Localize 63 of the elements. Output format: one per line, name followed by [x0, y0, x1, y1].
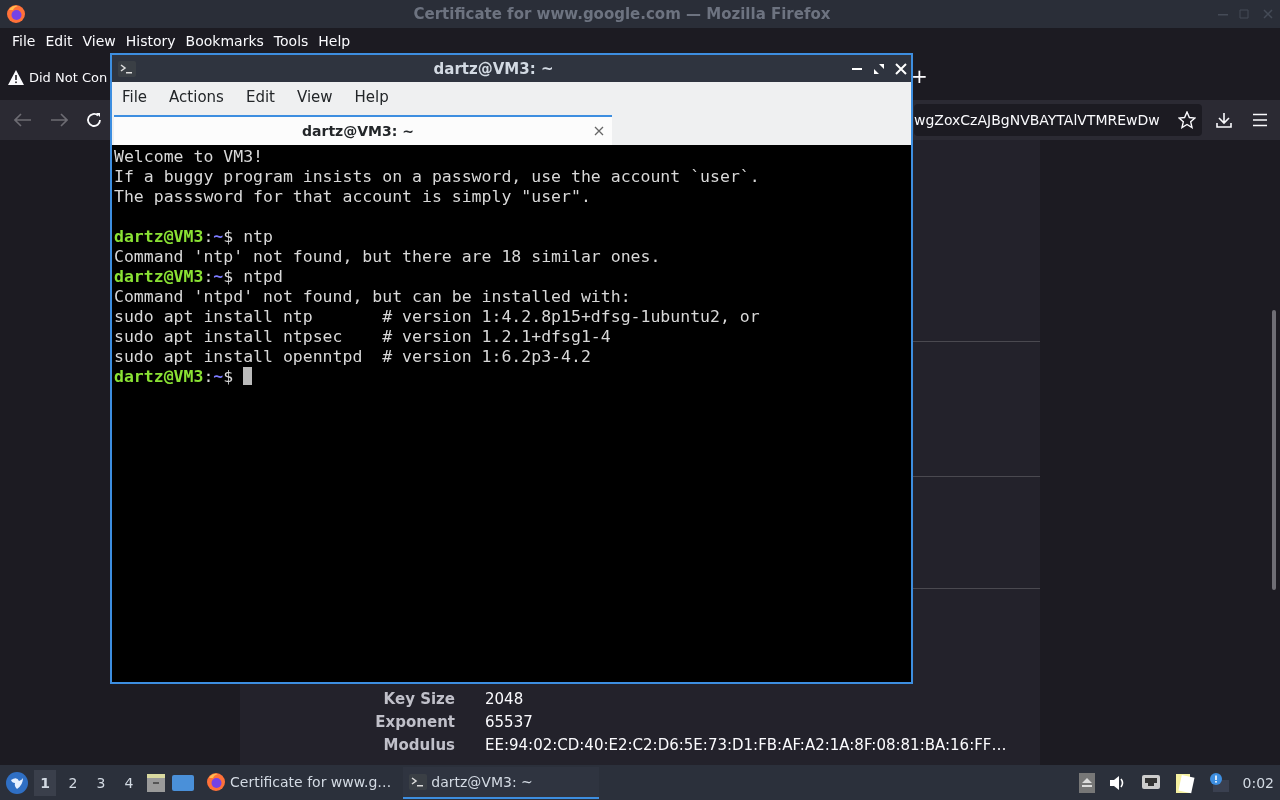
desktop-switch[interactable]: 3 — [90, 769, 112, 796]
back-icon[interactable] — [14, 113, 32, 127]
forward-icon[interactable] — [50, 113, 68, 127]
menu-item[interactable]: View — [77, 33, 121, 49]
desktop-icon[interactable] — [172, 773, 194, 792]
taskbar-task[interactable]: dartz@VM3: ~ — [403, 766, 600, 799]
desktop-switch[interactable]: 4 — [118, 769, 140, 796]
terminal-line: sudo apt install ntp # version 1:4.2.8p15+dfsg-1ubuntu2, or — [114, 307, 761, 327]
terminal-line: Command 'ntpd' not found, but can be installed with: — [114, 287, 632, 307]
firefox-icon — [6, 4, 26, 24]
field-label: Modulus — [383, 735, 455, 755]
close-icon[interactable] — [594, 126, 604, 136]
terminal-line: The passsword for that account is simply "user". — [114, 187, 592, 207]
window-title: dartz@VM3: ~ — [432, 59, 555, 78]
url-field[interactable]: wgZoxCzAJBgNVBAYTAlVTMREwDw — [914, 104, 1202, 136]
prompt-line: dartz@VM3:~$ ntpd — [114, 267, 283, 286]
clock: 0:02 — [1242, 774, 1274, 791]
warning-icon — [8, 69, 24, 85]
prompt-line: dartz@VM3:~$ ntp — [114, 227, 273, 246]
menu-item[interactable]: Tools — [268, 33, 314, 49]
maximize-icon[interactable] — [873, 62, 885, 75]
field-value: 65537 — [485, 712, 533, 732]
clipboard-icon[interactable] — [1174, 771, 1195, 794]
desktop-switch[interactable]: 1 — [34, 769, 56, 796]
terminal-line: Command 'ntp' not found, but there are 18 similar ones. — [114, 247, 662, 267]
menu-icon[interactable] — [1252, 113, 1268, 127]
menu-item[interactable]: Edit — [239, 88, 281, 106]
terminal-icon — [118, 60, 136, 77]
terminal-line: If a buggy program insists on a password, use the account `user`. — [114, 167, 761, 187]
menu-item[interactable]: Edit — [40, 33, 78, 49]
terminal-icon — [409, 773, 428, 790]
menu-item[interactable]: File — [116, 88, 154, 106]
notification-icon[interactable] — [1208, 772, 1229, 793]
start-menu-icon[interactable] — [6, 771, 28, 794]
firefox-icon — [206, 771, 226, 792]
menu-item[interactable]: History — [120, 33, 181, 49]
field-label: Exponent — [375, 712, 455, 732]
terminal-line: sudo apt install openntpd # version 1:6.2p3-4.2 — [114, 347, 592, 367]
eject-icon[interactable] — [1078, 772, 1095, 793]
terminal-tab[interactable]: dartz@VM3: ~ — [114, 115, 612, 145]
scrollbar[interactable] — [1272, 310, 1276, 590]
prompt-line: dartz@VM3:~$ — [114, 367, 235, 386]
desktop-switch[interactable]: 2 — [62, 769, 84, 796]
menu-item[interactable]: Help — [348, 88, 395, 106]
menu-item[interactable]: File — [7, 33, 41, 49]
terminal-line: sudo apt install ntpsec # version 1.2.1+dfsg1-4 — [114, 327, 612, 347]
field-value: 2048 — [485, 689, 524, 709]
taskbar-task[interactable]: Certificate for www.g… — [200, 766, 398, 799]
reload-icon[interactable] — [86, 112, 102, 128]
download-icon[interactable] — [1216, 112, 1232, 128]
file-cabinet-icon[interactable] — [146, 772, 166, 793]
field-value: EE:94:02:CD:40:E2:C2:D6:5E:73:D1:FB:AF:A2:1A:8F:08:81:BA:16:FF… — [485, 735, 1007, 755]
menu-item[interactable]: Actions — [163, 88, 230, 106]
network-icon[interactable] — [1140, 773, 1161, 792]
menu-item[interactable]: Help — [313, 33, 356, 49]
browser-tab[interactable]: Did Not Con — [8, 69, 108, 85]
new-tab-button[interactable]: + — [911, 64, 928, 88]
window-title: Certificate for www.google.com — Mozilla Firefox — [412, 5, 832, 23]
terminal-line: Welcome to VM3! — [114, 147, 264, 167]
menu-item[interactable]: View — [290, 88, 339, 106]
field-label: Key Size — [383, 689, 455, 709]
menu-item[interactable]: Bookmarks — [180, 33, 269, 49]
star-icon[interactable] — [1178, 111, 1196, 129]
